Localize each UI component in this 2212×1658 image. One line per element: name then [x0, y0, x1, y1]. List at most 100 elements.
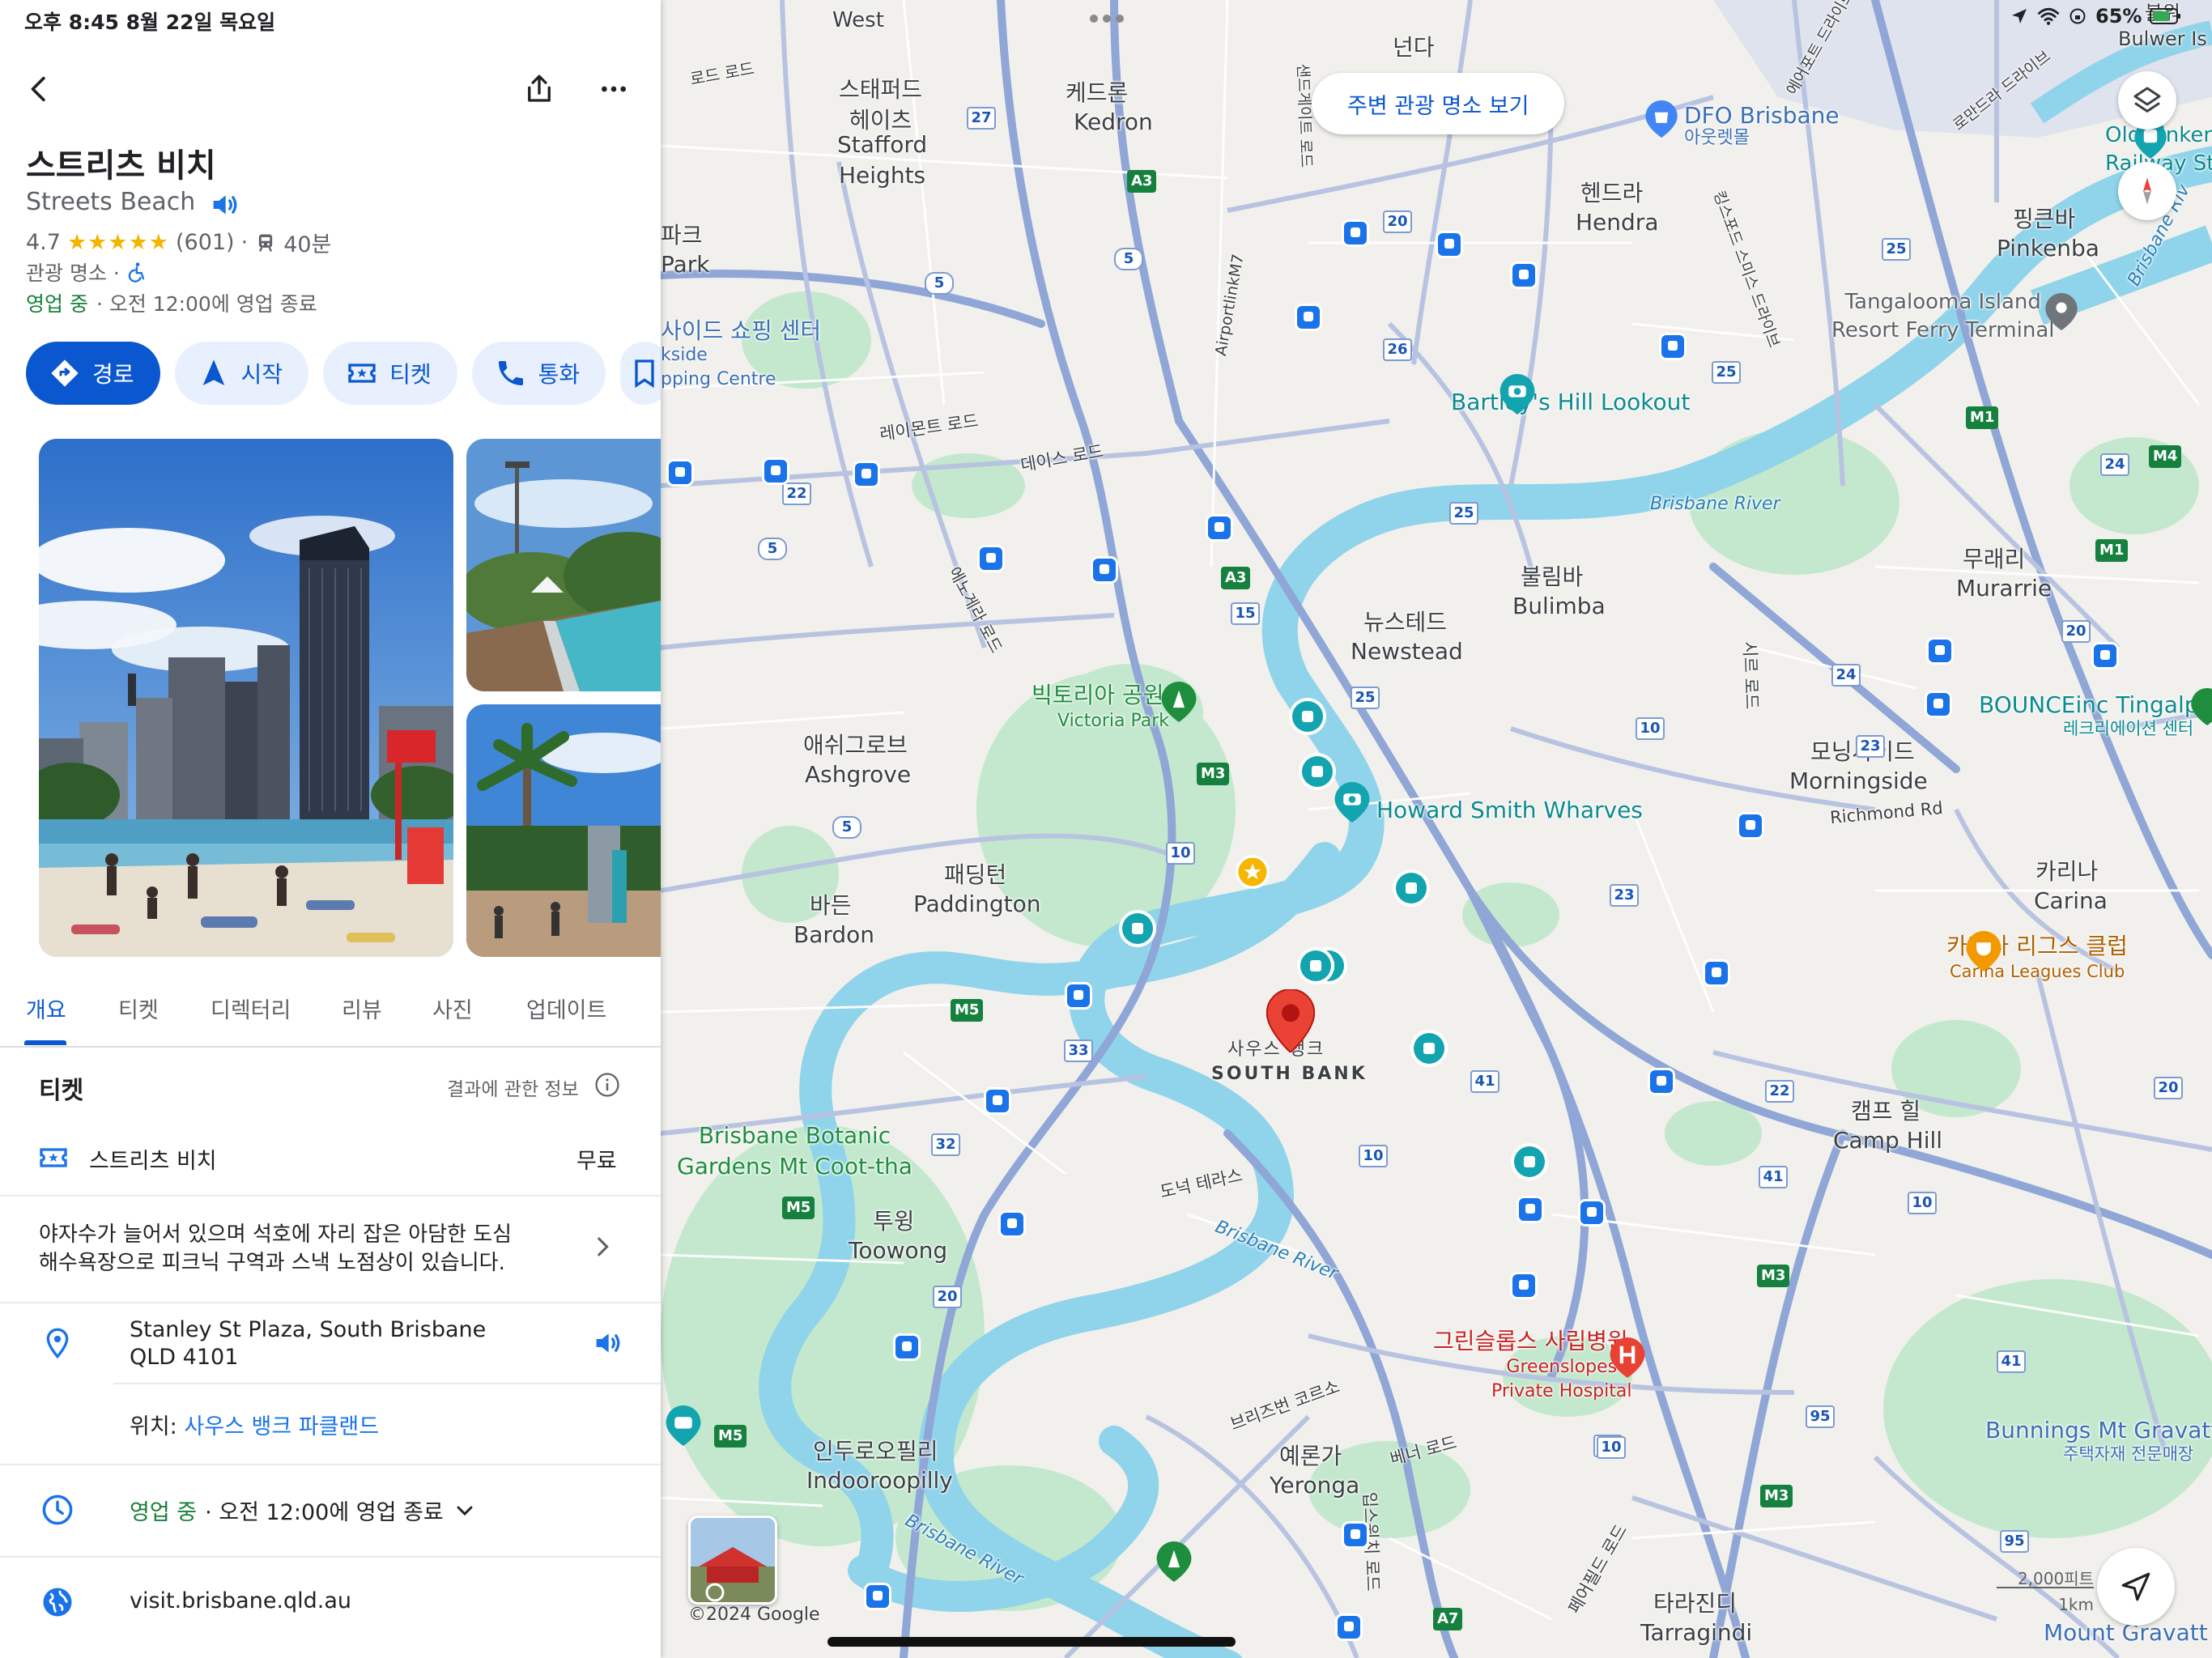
address-text[interactable]: Stanley St Plaza, South Brisbane QLD 410…	[130, 1316, 486, 1371]
ferry-stop-icon[interactable]	[1396, 873, 1427, 903]
address-speak-button[interactable]	[591, 1324, 623, 1362]
map-label-indooroopilly-en: Indooroopilly	[806, 1467, 953, 1494]
tab-photos[interactable]: 사진	[432, 993, 473, 1024]
hospital-pin-icon[interactable]	[1610, 1337, 1645, 1378]
bus-stop-icon[interactable]	[1093, 559, 1116, 581]
tab-directory[interactable]: 디렉터리	[211, 993, 291, 1024]
map-label-bunnings[interactable]: Bunnings Mt Gravatt	[1985, 1415, 2212, 1446]
location-link[interactable]: 사우스 뱅크 파클랜드	[184, 1414, 379, 1439]
ferry-terminal-pin-icon[interactable]	[2045, 293, 2078, 330]
ferry-stop-icon[interactable]	[1414, 1033, 1444, 1064]
map-base	[661, 0, 2212, 1658]
bus-stop-icon[interactable]	[1512, 1274, 1535, 1297]
bus-stop-icon[interactable]	[1519, 1198, 1542, 1221]
bus-stop-icon[interactable]	[1929, 640, 1951, 662]
map-label-bartleys[interactable]: Bartley's Hill Lookout	[1451, 387, 1690, 418]
map-label-greenslopes-ko[interactable]: 그린슬롭스 사립병원	[1433, 1326, 1628, 1357]
attraction-pin-icon[interactable]	[1334, 782, 1370, 823]
bus-stop-icon[interactable]	[855, 463, 878, 486]
bus-stop-icon[interactable]	[669, 461, 691, 484]
bus-stop-icon[interactable]	[1208, 517, 1231, 539]
bus-stop-icon[interactable]	[1297, 306, 1320, 329]
info-button[interactable]	[593, 1070, 622, 1099]
bus-stop-icon[interactable]	[1739, 814, 1762, 837]
main-photo[interactable]	[39, 439, 453, 957]
map-label-victoria-park-ko[interactable]: 빅토리아 공원	[1032, 680, 1163, 711]
bus-stop-icon[interactable]	[1338, 1616, 1360, 1639]
tab-reviews[interactable]: 리뷰	[342, 993, 382, 1024]
tickets-button[interactable]: 티켓	[323, 342, 457, 405]
share-button[interactable]	[517, 66, 562, 112]
home-indicator[interactable]	[827, 1637, 1236, 1647]
tab-tickets[interactable]: 티켓	[118, 993, 159, 1024]
pronounce-button[interactable]	[204, 185, 245, 225]
tab-updates[interactable]: 업데이트	[526, 993, 606, 1024]
bus-stop-icon[interactable]	[2094, 644, 2116, 667]
rating-row[interactable]: 4.7 ★★★★★ (601) · 40분	[26, 227, 331, 258]
map-label-tangalooma[interactable]: Tangalooma Island Resort Ferry Terminal	[1831, 288, 2054, 345]
compass-icon	[2143, 177, 2151, 205]
bus-stop-icon[interactable]	[1001, 1213, 1023, 1235]
description-expand-button[interactable]	[586, 1231, 619, 1263]
nearby-attractions-button[interactable]: 주변 관광 명소 보기	[1312, 73, 1565, 134]
bus-stop-icon[interactable]	[866, 1585, 889, 1608]
navigation-icon	[202, 359, 224, 385]
bus-stop-icon[interactable]	[1512, 264, 1535, 287]
bus-stop-icon[interactable]	[1927, 693, 1950, 716]
route-shield: 10	[1597, 1436, 1626, 1459]
ferry-stop-icon[interactable]	[1292, 701, 1323, 732]
bus-stop-icon[interactable]	[764, 460, 787, 483]
ferry-stop-icon[interactable]	[1514, 1146, 1545, 1177]
ferry-stop-icon[interactable]	[1300, 950, 1331, 981]
bus-stop-icon[interactable]	[986, 1090, 1009, 1112]
tab-overview[interactable]: 개요	[26, 993, 66, 1024]
park-pin-icon[interactable]	[1161, 682, 1197, 722]
bus-stop-icon[interactable]	[1344, 1524, 1367, 1546]
directions-button[interactable]: 경로	[26, 342, 160, 405]
map-label-shopping[interactable]: 사이드 쇼핑 센터	[661, 316, 821, 346]
more-options-button[interactable]	[591, 66, 636, 112]
ferry-stop-icon[interactable]	[1302, 756, 1333, 787]
map-label-botanic[interactable]: Brisbane Botanic Gardens Mt Coot-tha	[677, 1120, 912, 1182]
park-pin-icon[interactable]	[1156, 1541, 1192, 1582]
layers-button[interactable]	[2118, 71, 2176, 130]
selected-place-pin-icon[interactable]	[1266, 989, 1315, 1052]
start-button[interactable]: 시작	[174, 342, 309, 405]
photo-thumbnail-1[interactable]	[466, 439, 661, 691]
bus-stop-icon[interactable]	[895, 1336, 918, 1358]
street-view-thumbnail[interactable]	[688, 1516, 777, 1605]
bus-stop-icon[interactable]	[1344, 222, 1367, 244]
map-label-carina-en: Carina	[2034, 887, 2108, 914]
map-label-bounce[interactable]: BOUNCEinc Tingalpa	[1979, 690, 2212, 721]
restaurant-pin-icon[interactable]	[1966, 931, 2001, 971]
photo-thumbnail-2[interactable]	[466, 704, 661, 957]
compass-button[interactable]	[2118, 162, 2176, 220]
map-label-howard-smith[interactable]: Howard Smith Wharves	[1376, 795, 1643, 826]
attraction-pin-icon[interactable]	[666, 1405, 701, 1446]
my-location-button[interactable]	[2097, 1548, 2175, 1626]
back-button[interactable]	[16, 66, 62, 112]
website-link[interactable]: visit.brisbane.qld.au	[130, 1588, 351, 1613]
shopping-pin-icon[interactable]	[1645, 100, 1678, 138]
viewpoint-pin-icon[interactable]	[1499, 374, 1535, 414]
ferry-stop-icon[interactable]	[1122, 913, 1153, 944]
about-results-link[interactable]: 결과에 관한 정보	[447, 1073, 579, 1101]
call-button[interactable]: 통화	[471, 342, 606, 405]
bus-stop-icon[interactable]	[1438, 233, 1461, 256]
ticket-item-name[interactable]: 스트리츠 비치	[89, 1143, 217, 1175]
bus-stop-icon[interactable]	[1650, 1070, 1673, 1093]
route-shield: A3	[1221, 567, 1251, 589]
bus-stop-icon[interactable]	[1580, 1201, 1603, 1224]
place-description[interactable]: 야자수가 늘어서 있으며 석호에 자리 잡은 아담한 도심 해수욕장으로 피크닉…	[39, 1221, 512, 1278]
star-poi-icon[interactable]	[1236, 855, 1270, 889]
save-button-partial[interactable]	[620, 342, 661, 405]
hours-row[interactable]: 영업 중 · 오전 12:00에 영업 종료	[130, 1494, 478, 1526]
bus-stop-icon[interactable]	[1661, 335, 1684, 358]
drag-handle-dots-icon[interactable]	[1090, 15, 1124, 23]
map-canvas[interactable]: West 로드 로드 스태퍼드 헤이츠 Stafford Heights 케드론…	[661, 0, 2212, 1658]
bus-stop-icon[interactable]	[1067, 984, 1090, 1007]
recreation-pin-icon[interactable]	[2191, 688, 2212, 725]
bus-stop-icon[interactable]	[980, 547, 1002, 570]
bus-stop-icon[interactable]	[1705, 962, 1728, 984]
map-label-kedron-en: Kedron	[1074, 108, 1153, 135]
